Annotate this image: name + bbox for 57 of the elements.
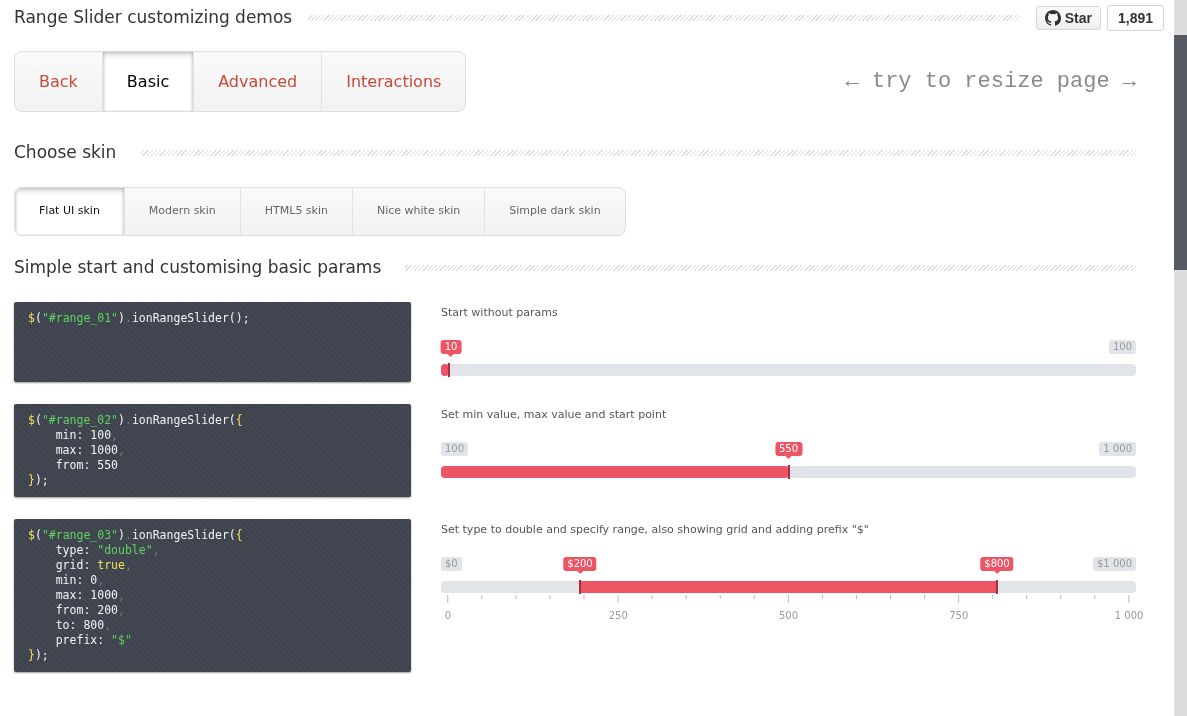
- nav-tab[interactable]: Advanced: [194, 52, 323, 111]
- star-button[interactable]: Star: [1035, 5, 1101, 30]
- max-label: 1 000: [1099, 441, 1136, 456]
- value-label: 550: [774, 441, 803, 456]
- slider-track[interactable]: [441, 465, 1136, 478]
- slider-handle[interactable]: [579, 579, 581, 594]
- code-line: from: 550: [54, 458, 119, 473]
- section-heading: Choose skin: [14, 141, 117, 165]
- min-label: $0: [441, 556, 462, 571]
- page-title: Range Slider customizing demos: [14, 5, 293, 29]
- scrollbar[interactable]: [1174, 0, 1187, 716]
- code-line: $("#range_03").ionRangeSlider({: [28, 528, 244, 543]
- skin-tab[interactable]: Nice white skin: [353, 188, 486, 235]
- code-line: $("#range_02").ionRangeSlider({: [28, 413, 244, 428]
- code-line: min: 100,: [54, 428, 120, 443]
- code-line: max: 1000,: [54, 588, 126, 603]
- value-label: 10: [440, 339, 462, 354]
- slider-track[interactable]: [441, 363, 1136, 376]
- slider-caption: Set type to double and specify range, also showing grid and adding prefix "$": [441, 522, 870, 538]
- nav-tab[interactable]: Back: [15, 52, 103, 111]
- slider-handle[interactable]: [448, 362, 451, 377]
- slider-handle[interactable]: [787, 464, 790, 479]
- grid-label: 250: [608, 608, 628, 623]
- nav-tab[interactable]: Interactions: [322, 52, 466, 111]
- code-line: max: 1000,: [54, 443, 126, 458]
- code-line: $("#range_01").ionRangeSlider();: [28, 311, 251, 326]
- code-line: from: 200,: [54, 603, 126, 618]
- code-line: min: 0,: [54, 573, 106, 588]
- value-label: $800: [980, 556, 1014, 571]
- max-label: 100: [1108, 339, 1136, 354]
- slider-handle[interactable]: [996, 579, 998, 594]
- grid-label: 500: [778, 608, 799, 623]
- code-line: type: "double",: [54, 543, 161, 558]
- max-label: $1 000: [1093, 556, 1136, 571]
- code-line: prefix: "$": [54, 633, 133, 648]
- code-line: to: 800,: [54, 618, 113, 633]
- grid-label: 1 000: [1114, 608, 1144, 623]
- code-line: grid: true,: [54, 558, 133, 573]
- grid-label: 0: [444, 608, 452, 623]
- nav-tab[interactable]: Basic: [102, 52, 195, 111]
- slider-caption: Set min value, max value and start point: [441, 407, 668, 423]
- resize-hint: ← try to resize page →: [845, 68, 1136, 96]
- section-heading: Simple start and customising basic params: [14, 256, 382, 280]
- skin-tab[interactable]: Flat UI skin: [15, 188, 125, 235]
- star-count: 1,891: [1106, 4, 1164, 31]
- slider-track[interactable]: [441, 580, 1136, 593]
- skin-tab[interactable]: HTML5 skin: [240, 188, 353, 235]
- code-line: });: [28, 648, 50, 663]
- skin-tab[interactable]: Modern skin: [124, 188, 241, 235]
- code-line: });: [28, 473, 50, 488]
- skin-tab[interactable]: Simple dark skin: [485, 188, 625, 235]
- slider-caption: Start without params: [441, 305, 559, 321]
- grid-label: 750: [949, 608, 969, 623]
- min-label: 100: [441, 441, 469, 456]
- github-icon: [1044, 9, 1061, 26]
- value-label: $200: [563, 556, 597, 571]
- scrollbar-thumb[interactable]: [1174, 35, 1187, 270]
